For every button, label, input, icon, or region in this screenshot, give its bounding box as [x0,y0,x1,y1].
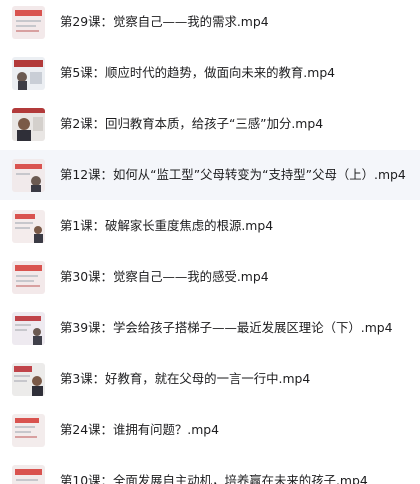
file-row[interactable]: 第29课：觉察自己——我的需求.mp4 [0,0,420,47]
video-thumbnail-icon [12,107,45,141]
file-row[interactable]: 第3课：好教育，就在父母的一言一行中.mp4 [0,354,420,404]
file-name: 第12课：如何从“监工型”父母转变为“支持型”父母（上）.mp4 [60,167,406,182]
video-thumbnail-icon [12,311,45,345]
file-row[interactable]: 第5课：顺应时代的趋势，做面向未来的教育.mp4 [0,48,420,98]
file-row[interactable]: 第10课：全面发展自主动机，培养赢在未来的孩子.mp4 [0,456,420,484]
video-thumbnail-icon [12,158,45,192]
file-row[interactable]: 第39课：学会给孩子搭梯子——最近发展区理论（下）.mp4 [0,303,420,353]
file-row[interactable]: 第1课：破解家长重度焦虑的根源.mp4 [0,201,420,251]
file-name: 第24课：谁拥有问题？.mp4 [60,422,220,437]
file-list: 第29课：觉察自己——我的需求.mp4 第5课：顺应时代的趋势，做面向未来的教育… [0,0,420,484]
video-thumbnail-icon [12,413,45,447]
video-thumbnail-icon [12,464,45,484]
file-row[interactable]: 第24课：谁拥有问题？.mp4 [0,405,420,455]
file-row[interactable]: 第12课：如何从“监工型”父母转变为“支持型”父母（上）.mp4 [0,150,420,200]
file-name: 第5课：顺应时代的趋势，做面向未来的教育.mp4 [60,65,336,80]
file-name: 第10课：全面发展自主动机，培养赢在未来的孩子.mp4 [60,473,368,484]
video-thumbnail-icon [12,5,45,39]
file-name: 第29课：觉察自己——我的需求.mp4 [60,14,269,29]
file-row[interactable]: 第2课：回归教育本质，给孩子“三感”加分.mp4 [0,99,420,149]
file-name: 第2课：回归教育本质，给孩子“三感”加分.mp4 [60,116,324,131]
video-thumbnail-icon [12,56,45,90]
file-name: 第30课：觉察自己——我的感受.mp4 [60,269,269,284]
video-thumbnail-icon [12,209,45,243]
file-name: 第3课：好教育，就在父母的一言一行中.mp4 [60,371,311,386]
file-name: 第39课：学会给孩子搭梯子——最近发展区理论（下）.mp4 [60,320,393,335]
file-row[interactable]: 第30课：觉察自己——我的感受.mp4 [0,252,420,302]
video-thumbnail-icon [12,362,45,396]
video-thumbnail-icon [12,260,45,294]
file-name: 第1课：破解家长重度焦虑的根源.mp4 [60,218,274,233]
